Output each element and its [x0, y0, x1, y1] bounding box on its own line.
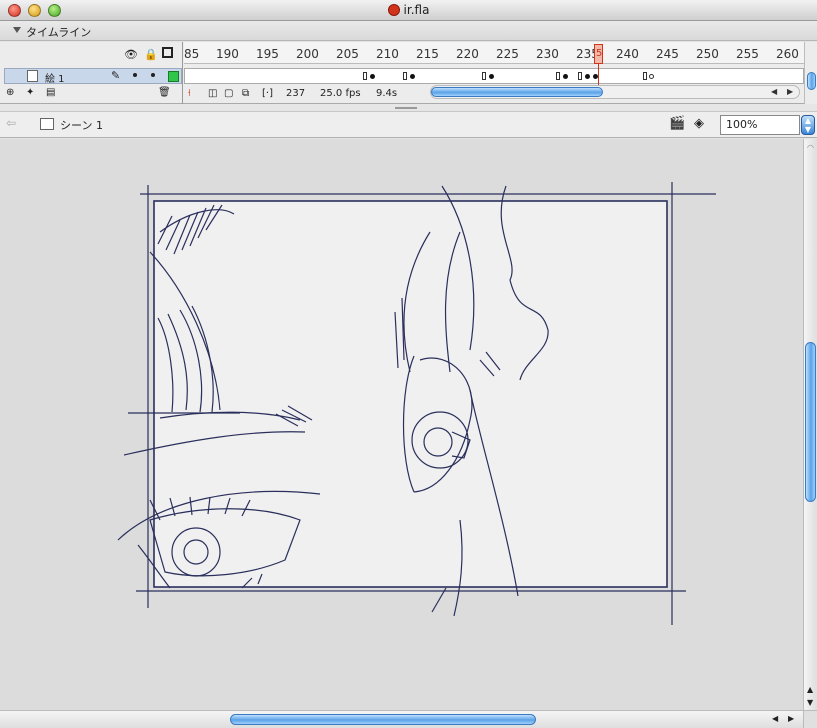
onion-outline-icon[interactable]: ▢: [224, 88, 233, 99]
lock-dot[interactable]: [151, 73, 155, 77]
window-title: ir.fla: [403, 3, 430, 17]
frames-row[interactable]: [184, 68, 804, 84]
ruler-label: 250: [696, 47, 719, 61]
scroll-corner: [803, 710, 817, 728]
ruler-label: 245: [656, 47, 679, 61]
collapse-triangle-icon[interactable]: [13, 27, 21, 33]
keyframe-end[interactable]: [363, 72, 367, 80]
keyframe-end[interactable]: [556, 72, 560, 80]
zoom-input[interactable]: 100%: [720, 115, 800, 135]
keyframe[interactable]: [410, 74, 415, 79]
timeline-panel-title: タイムライン: [26, 26, 92, 39]
stage-vscroll-thumb[interactable]: [805, 342, 816, 502]
outline-icon[interactable]: [162, 47, 173, 58]
empty-keyframe[interactable]: [649, 74, 654, 79]
current-frame: 237: [286, 88, 306, 99]
edit-scene-icon[interactable]: 🎬: [669, 116, 685, 131]
keyframe[interactable]: [585, 74, 590, 79]
stage-drawing: [117, 182, 716, 625]
frame-area: 85 190 195 200 205 210 215 220 225 230 2…: [184, 42, 804, 104]
center-frame-icon[interactable]: ⍿: [188, 88, 191, 99]
layer-column: 👁 🔒 絵 1 ✎ ⊕ ✦ ▤ 🗑: [0, 42, 183, 104]
scroll-left-arrow-icon[interactable]: ◀: [771, 87, 777, 96]
ruler-label: 260: [776, 47, 799, 61]
pencil-icon: ✎: [111, 69, 121, 82]
ruler-label: 220: [456, 47, 479, 61]
ruler-label: 225: [496, 47, 519, 61]
ruler-label: 210: [376, 47, 399, 61]
keyframe[interactable]: [563, 74, 568, 79]
timeline-hscroll[interactable]: ◀ ▶: [430, 85, 800, 99]
stage-vscroll[interactable]: ◠ ▲ ▼: [803, 139, 817, 710]
scroll-up-arrow-icon[interactable]: ▲: [807, 685, 813, 694]
keyframe[interactable]: [370, 74, 375, 79]
ruler-label: 215: [416, 47, 439, 61]
insert-layer-icon[interactable]: ⊕: [6, 87, 14, 98]
scroll-right-arrow-icon[interactable]: ▶: [787, 87, 793, 96]
back-arrow-icon[interactable]: ⇦: [6, 116, 16, 130]
ruler-label: 190: [216, 47, 239, 61]
timeline-vscroll-thumb[interactable]: [807, 72, 816, 90]
window-titlebar: ir.fla: [0, 0, 817, 21]
scene-icon: [40, 118, 54, 130]
stage-hscroll-thumb[interactable]: [230, 714, 536, 725]
frame-rate: 25.0 fps: [320, 88, 361, 99]
ruler-label: 195: [256, 47, 279, 61]
timeline-hscroll-thumb[interactable]: [431, 87, 603, 97]
ruler-label: 85: [184, 47, 200, 61]
keyframe-end[interactable]: [643, 72, 647, 80]
keyframe-end[interactable]: [403, 72, 407, 80]
playhead-frame-label: 5: [596, 48, 603, 59]
ruler-label: 205: [336, 47, 359, 61]
layer-row[interactable]: 絵 1 ✎: [4, 68, 182, 85]
window-title-wrap: ir.fla: [0, 3, 817, 17]
elapsed-time: 9.4s: [376, 88, 398, 99]
keyframe[interactable]: [489, 74, 494, 79]
stage-rect: [153, 200, 668, 588]
zoom-dropdown-button[interactable]: ▲ ▼: [801, 115, 815, 135]
eye-icon[interactable]: 👁: [124, 48, 138, 61]
keyframe-end[interactable]: [578, 72, 582, 80]
trash-icon[interactable]: 🗑: [158, 87, 171, 98]
scene-label[interactable]: シーン 1: [60, 117, 103, 133]
visibility-dot[interactable]: [133, 73, 137, 77]
timeline: 👁 🔒 絵 1 ✎ ⊕ ✦ ▤ 🗑 85 190 195 200 205 210: [0, 42, 817, 104]
insert-folder-icon[interactable]: ▤: [46, 87, 55, 98]
timeline-vscroll[interactable]: [804, 42, 817, 104]
panel-divider[interactable]: [0, 104, 817, 112]
divider-grip[interactable]: [395, 107, 417, 109]
ruler-label: 230: [536, 47, 559, 61]
scroll-cap-icon: ◠: [807, 143, 814, 152]
timeline-panel-header[interactable]: タイムライン: [0, 21, 817, 41]
stage-workspace[interactable]: [0, 139, 803, 710]
keyframe-end[interactable]: [482, 72, 486, 80]
layer-outline-color[interactable]: [168, 71, 179, 82]
frame-ruler[interactable]: 85 190 195 200 205 210 215 220 225 230 2…: [184, 42, 804, 64]
layer-name: 絵 1: [45, 74, 65, 85]
ruler-label: 200: [296, 47, 319, 61]
stage-hscroll[interactable]: ◀ ▶: [0, 710, 803, 728]
layer-tools: ⊕ ✦ ▤ 🗑: [6, 87, 182, 101]
ruler-label: 255: [736, 47, 759, 61]
lock-icon[interactable]: 🔒: [144, 48, 158, 61]
scroll-right-arrow-icon[interactable]: ▶: [788, 714, 794, 723]
layer-page-icon: [27, 70, 38, 82]
modify-markers-icon[interactable]: [·]: [262, 88, 273, 99]
edit-bar: ⇦ シーン 1 🎬 ◈ 100% ▲ ▼: [0, 112, 817, 138]
onion-skin-icon[interactable]: ◫: [208, 88, 217, 99]
add-guide-icon[interactable]: ✦: [26, 87, 34, 98]
edit-symbol-icon[interactable]: ◈: [694, 116, 704, 131]
scroll-left-arrow-icon[interactable]: ◀: [772, 714, 778, 723]
ruler-label: 240: [616, 47, 639, 61]
edit-multiple-icon[interactable]: ⧉: [242, 88, 249, 99]
scroll-down-arrow-icon[interactable]: ▼: [807, 698, 813, 707]
flash-file-icon: [387, 4, 400, 16]
playhead[interactable]: 5: [594, 44, 603, 64]
